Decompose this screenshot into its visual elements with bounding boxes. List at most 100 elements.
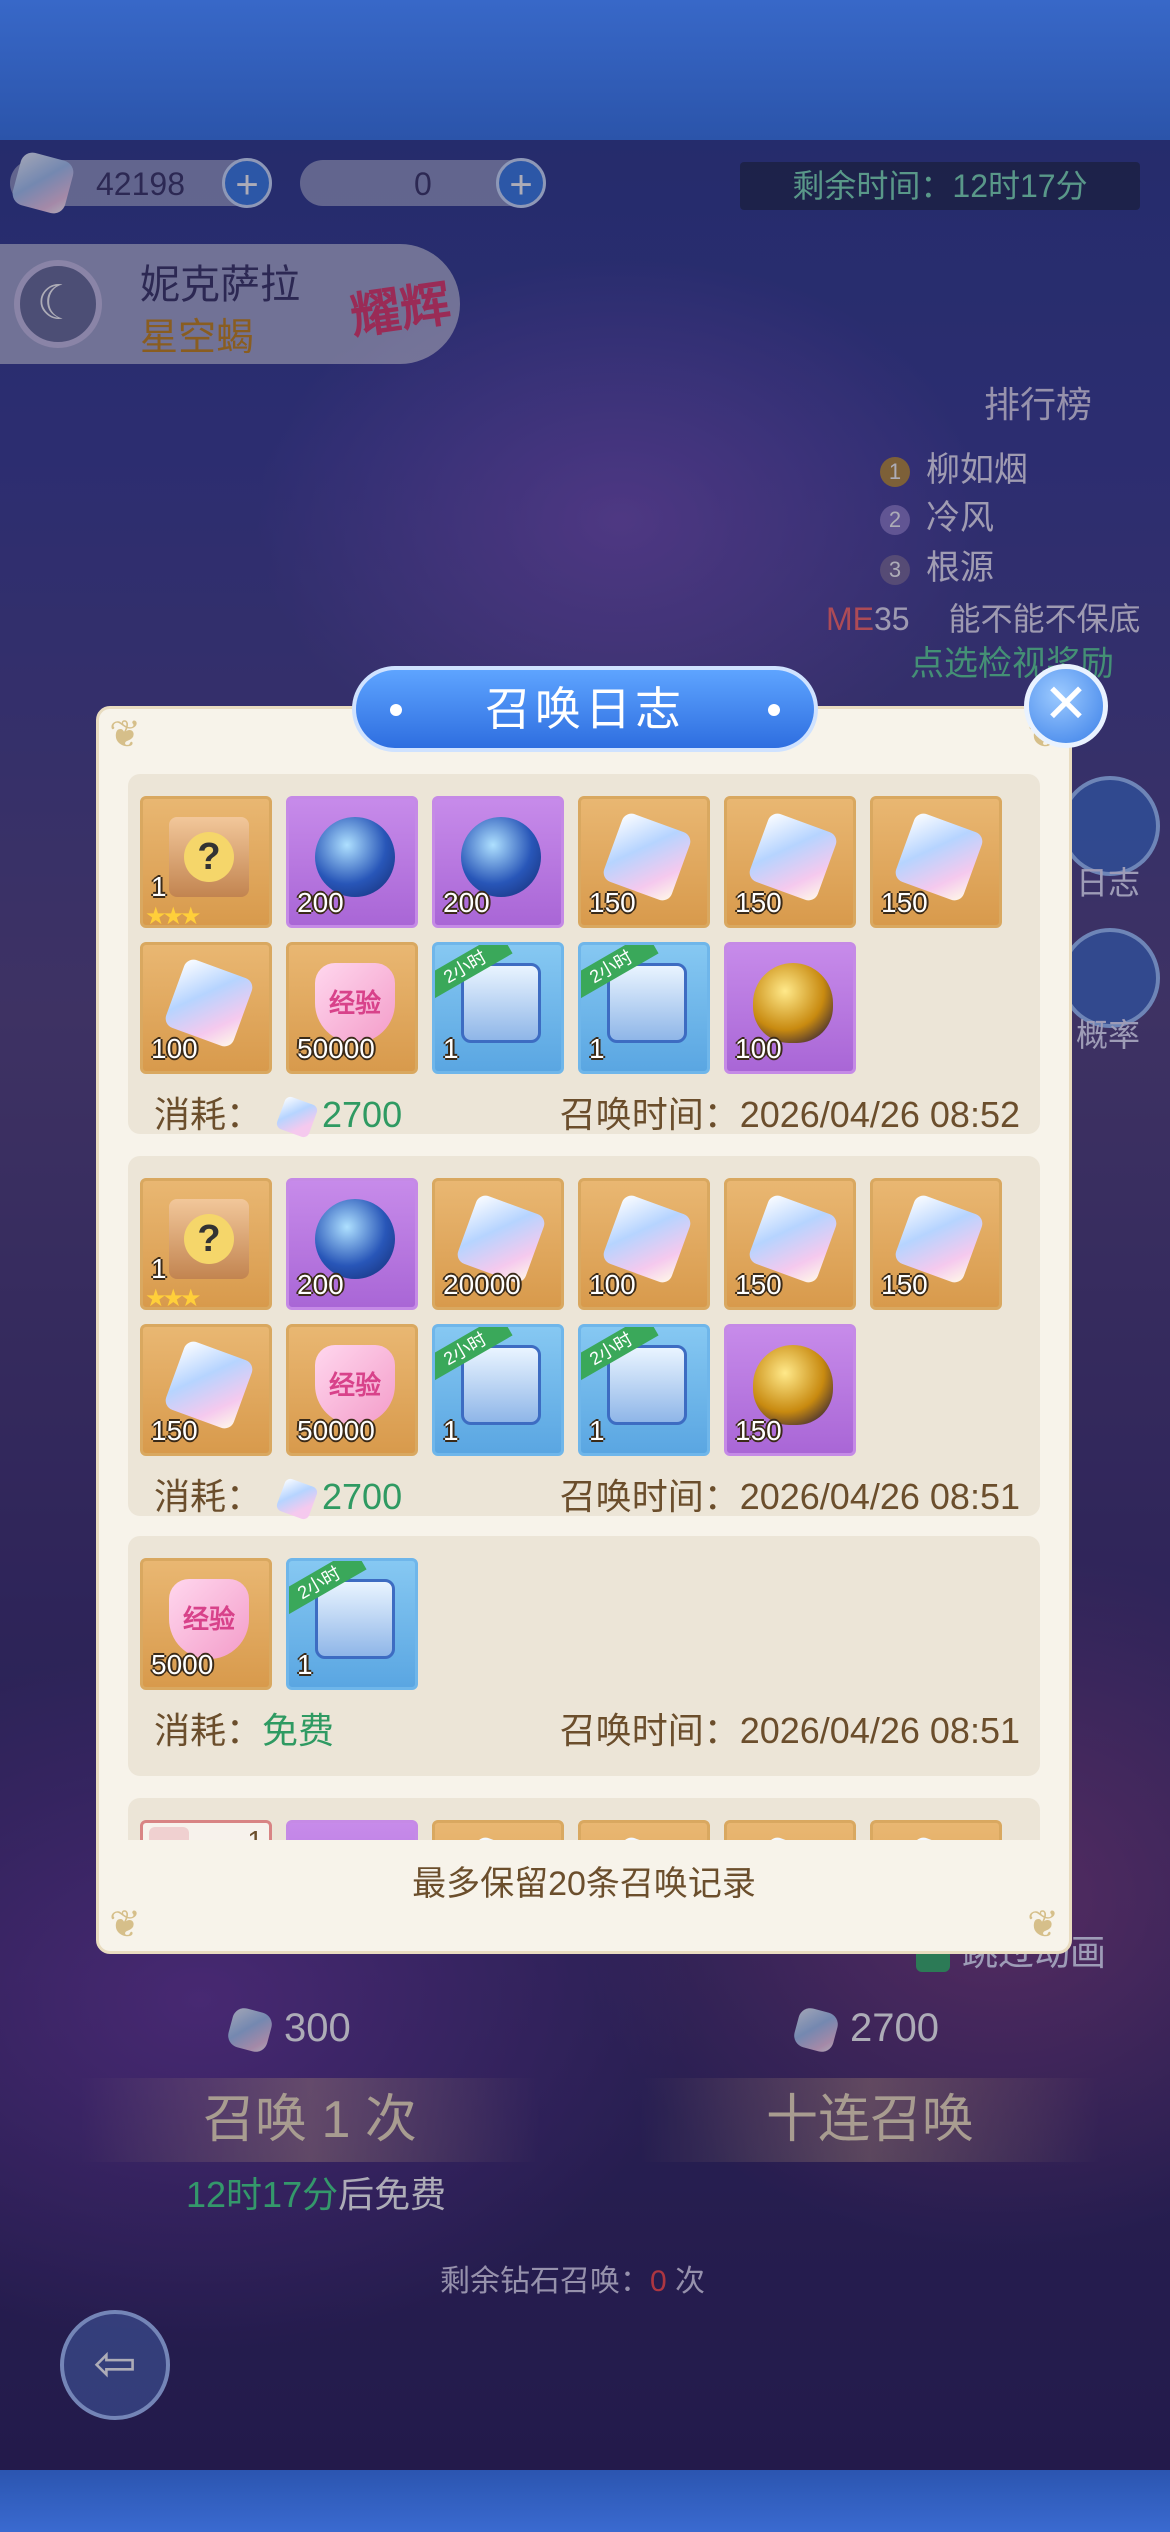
reward-item[interactable] xyxy=(578,1820,710,1840)
reward-item[interactable]: 2小时 1 xyxy=(578,942,710,1074)
corner-ornament-icon: ❦ xyxy=(1027,1904,1059,1946)
item-count: 100 xyxy=(151,1033,198,1064)
character-card-icon xyxy=(149,1827,189,1840)
item-count: 1 xyxy=(247,1825,263,1840)
bottom-bar xyxy=(0,2470,1170,2532)
crystal-icon xyxy=(746,1834,840,1840)
reward-item[interactable]: 200 xyxy=(286,1178,418,1310)
item-count: 5000 xyxy=(151,1649,214,1680)
item-count: 20000 xyxy=(443,1269,521,1300)
diamond-icon xyxy=(275,1477,319,1522)
reward-item[interactable]: 150 xyxy=(724,796,856,928)
reward-item[interactable]: ? 1 ★★★ xyxy=(140,1178,272,1310)
item-count: 150 xyxy=(151,1415,198,1446)
cost-label: 消耗： xyxy=(154,1710,263,1751)
record-time: 召唤时间：2026/04/26 08:51 xyxy=(559,1710,1020,1751)
summon-record: 经验 5000 2小时 1 消耗：免费 召唤时间：2026/04/26 08:51 xyxy=(128,1536,1040,1776)
record-time: 召唤时间：2026/04/26 08:51 xyxy=(559,1476,1020,1517)
mystery-box-icon: ? xyxy=(169,1199,249,1279)
record-time: 召唤时间：2026/04/26 08:52 xyxy=(559,1094,1020,1135)
top-bar xyxy=(0,0,1170,140)
item-count: 50000 xyxy=(297,1033,375,1064)
item-count: 1 xyxy=(443,1033,459,1064)
reward-item[interactable]: 20000 xyxy=(432,1178,564,1310)
reward-item[interactable]: ? 1 ★★★ xyxy=(140,796,272,928)
corner-ornament-icon: ❦ xyxy=(109,1904,141,1946)
reward-item[interactable]: 经验 5000 xyxy=(140,1558,272,1690)
reward-item[interactable]: 2小时 1 xyxy=(578,1324,710,1456)
close-icon: ✕ xyxy=(1043,674,1089,734)
item-count: 150 xyxy=(735,887,782,918)
item-count: 1 xyxy=(443,1415,459,1446)
star-orb-icon xyxy=(315,1199,395,1279)
summon-record: 1 xyxy=(128,1798,1040,1840)
item-count: 150 xyxy=(881,887,928,918)
cost-value: 2700 xyxy=(322,1476,403,1517)
item-count: 200 xyxy=(297,1269,344,1300)
reward-item[interactable]: 150 xyxy=(578,796,710,928)
reward-item[interactable]: 150 xyxy=(724,1324,856,1456)
golden-egg-icon xyxy=(753,1345,833,1425)
item-count: 200 xyxy=(297,887,344,918)
star-orb-icon xyxy=(315,817,395,897)
exp-heart-icon: 经验 xyxy=(315,963,395,1043)
modal-title: 召唤日志 xyxy=(352,666,818,752)
item-count: 1 xyxy=(151,1253,167,1284)
item-count: 1 xyxy=(297,1649,313,1680)
summon-records-list[interactable]: ? 1 ★★★ 200 200 150 150 150 100 经验 50000 2小时 1 2小时 1 10… xyxy=(128,774,1040,1840)
exp-heart-icon: 经验 xyxy=(169,1579,249,1659)
reward-item[interactable]: 200 xyxy=(286,796,418,928)
reward-item[interactable]: 150 xyxy=(724,1178,856,1310)
item-count: 150 xyxy=(881,1269,928,1300)
diamond-icon xyxy=(275,1095,319,1140)
item-count: 100 xyxy=(589,1269,636,1300)
item-count: 150 xyxy=(589,887,636,918)
reward-item[interactable]: 2小时 1 xyxy=(286,1558,418,1690)
item-count: 100 xyxy=(735,1033,782,1064)
crystal-icon xyxy=(892,1834,986,1840)
mystery-box-icon: ? xyxy=(169,817,249,897)
golden-egg-icon xyxy=(753,963,833,1043)
item-count: 150 xyxy=(735,1269,782,1300)
summon-record: ? 1 ★★★ 200 200 150 150 150 100 经验 50000 2小时 1 2小时 1 10… xyxy=(128,774,1040,1140)
item-count: 50000 xyxy=(297,1415,375,1446)
exp-heart-icon: 经验 xyxy=(315,1345,395,1425)
rarity-stars: ★★★ xyxy=(145,903,202,928)
reward-item[interactable]: 100 xyxy=(578,1178,710,1310)
reward-item[interactable] xyxy=(286,1820,418,1840)
reward-item[interactable] xyxy=(724,1820,856,1840)
reward-item[interactable]: 100 xyxy=(140,942,272,1074)
record-cost: 消耗：免费 xyxy=(154,1702,334,1754)
reward-item[interactable]: 100 xyxy=(724,942,856,1074)
record-cost: 消耗： 2700 xyxy=(154,1086,403,1140)
reward-item[interactable]: 2小时 1 xyxy=(432,1324,564,1456)
cost-value: 2700 xyxy=(322,1094,403,1135)
item-count: 1 xyxy=(151,871,167,902)
item-count: 1 xyxy=(589,1415,605,1446)
record-cost: 消耗： 2700 xyxy=(154,1468,403,1522)
cost-label: 消耗： xyxy=(154,1094,263,1135)
reward-item[interactable]: 经验 50000 xyxy=(286,942,418,1074)
close-button[interactable]: ✕ xyxy=(1024,664,1108,748)
reward-item[interactable] xyxy=(432,1820,564,1840)
star-orb-icon xyxy=(461,817,541,897)
crystal-icon xyxy=(600,1834,694,1840)
item-count: 150 xyxy=(735,1415,782,1446)
reward-item[interactable]: 150 xyxy=(870,1178,1002,1310)
reward-item[interactable]: 150 xyxy=(870,796,1002,928)
cost-value: 免费 xyxy=(262,1710,335,1751)
reward-item[interactable]: 2小时 1 xyxy=(432,942,564,1074)
summon-record: ? 1 ★★★ 200 20000 100 150 150 150 经验 50000 2小时 1 2小时 1… xyxy=(128,1156,1040,1522)
reward-item[interactable]: 经验 50000 xyxy=(286,1324,418,1456)
item-count: 1 xyxy=(589,1033,605,1064)
modal-footer-note: 最多保留20条召唤记录 xyxy=(412,1865,756,1903)
reward-item[interactable]: 200 xyxy=(432,796,564,928)
cost-label: 消耗： xyxy=(154,1476,263,1517)
corner-ornament-icon: ❦ xyxy=(109,714,141,756)
reward-item[interactable]: 1 xyxy=(140,1820,272,1840)
reward-item[interactable]: 150 xyxy=(140,1324,272,1456)
item-count: 200 xyxy=(443,887,490,918)
reward-item[interactable] xyxy=(870,1820,1002,1840)
rarity-stars: ★★★ xyxy=(145,1285,202,1310)
crystal-icon xyxy=(454,1834,548,1840)
